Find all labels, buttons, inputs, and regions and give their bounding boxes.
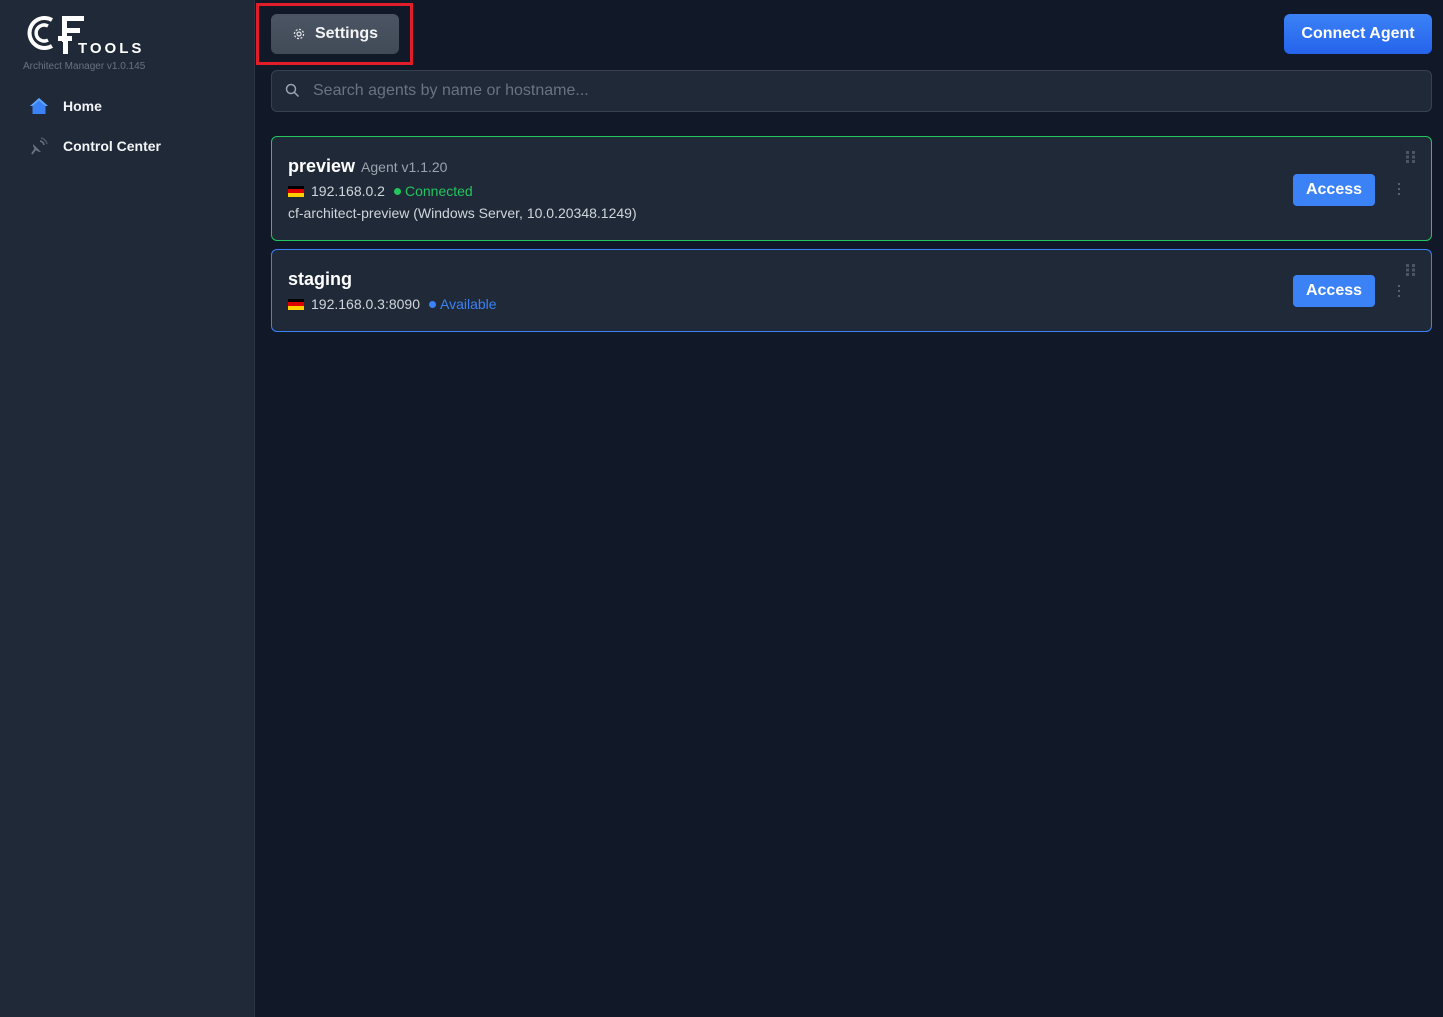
agent-title-row: staging: [288, 269, 352, 290]
cf-tools-logo-icon: TOOLS: [27, 16, 144, 57]
drag-handle-icon[interactable]: [1405, 263, 1417, 277]
search-bar: [271, 70, 1432, 112]
agent-ip-row: 192.168.0.3:8090 Available: [288, 296, 497, 312]
app-version: Architect Manager v1.0.145: [23, 61, 146, 72]
access-button[interactable]: Access: [1293, 174, 1375, 206]
agent-host: cf-architect-preview (Windows Server, 10…: [288, 205, 637, 221]
agent-ip: 192.168.0.3:8090: [311, 296, 420, 312]
status-dot-icon: [429, 300, 436, 308]
connect-agent-button[interactable]: Connect Agent: [1284, 14, 1432, 54]
drag-handle-icon[interactable]: [1405, 150, 1417, 164]
settings-button[interactable]: Settings: [271, 14, 399, 54]
settings-button-label: Settings: [314, 25, 379, 42]
svg-text:TOOLS: TOOLS: [78, 40, 144, 57]
agent-title-row: preview Agent v1.1.20: [288, 156, 447, 177]
germany-flag-icon: [288, 298, 304, 310]
gear-icon: [292, 27, 306, 41]
more-options-icon[interactable]: [1393, 282, 1405, 300]
search-icon: [285, 83, 301, 99]
search-input[interactable]: [313, 82, 1413, 100]
access-button[interactable]: Access: [1293, 275, 1375, 307]
sidebar-item-label: Control Center: [63, 138, 161, 154]
agent-ip: 192.168.0.2: [311, 183, 385, 199]
agent-card-staging: staging 192.168.0.3:8090 Available Acces…: [271, 249, 1432, 332]
sidebar: TOOLS Architect Manager v1.0.145 Home Co…: [0, 0, 255, 1017]
sidebar-item-label: Home: [63, 98, 102, 114]
home-icon: [28, 95, 50, 117]
satellite-dish-icon: [28, 135, 50, 157]
agent-card-preview: preview Agent v1.1.20 192.168.0.2 Connec…: [271, 136, 1432, 241]
agent-name: preview: [288, 156, 356, 176]
sidebar-item-control-center[interactable]: Control Center: [28, 134, 161, 158]
agent-ip-row: 192.168.0.2 Connected: [288, 183, 473, 199]
germany-flag-icon: [288, 185, 304, 197]
more-options-icon[interactable]: [1393, 180, 1405, 198]
agent-status: Connected: [404, 183, 473, 199]
agent-version: Agent v1.1.20: [361, 159, 448, 175]
agent-name: staging: [288, 269, 353, 289]
status-dot-icon: [393, 187, 401, 195]
sidebar-item-home[interactable]: Home: [28, 94, 102, 118]
agent-status: Available: [440, 296, 497, 312]
